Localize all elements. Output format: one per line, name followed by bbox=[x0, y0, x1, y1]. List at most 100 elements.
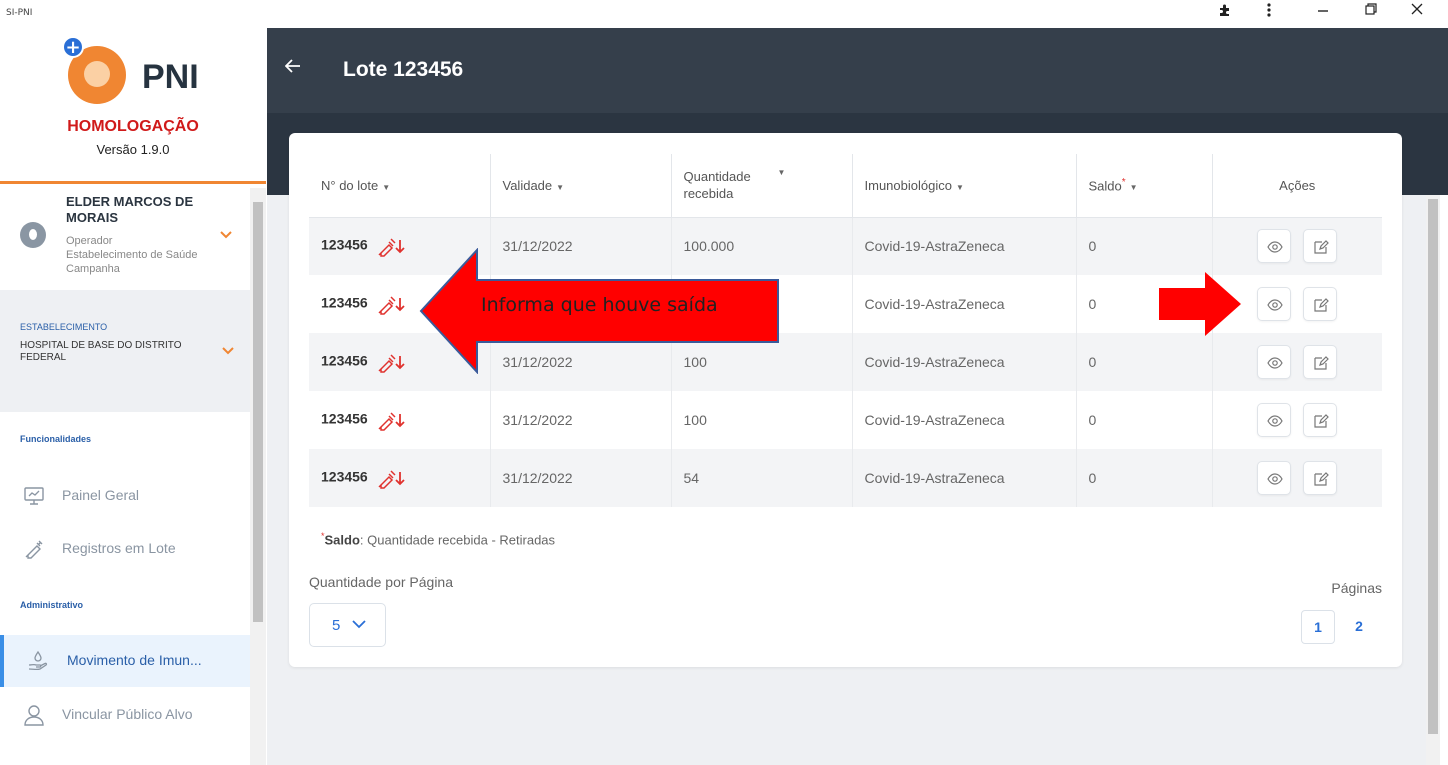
chevron-down-icon bbox=[352, 617, 366, 633]
user-role: Operador Estabelecimento de Saúde Campan… bbox=[66, 234, 226, 276]
edit-button[interactable] bbox=[1303, 229, 1338, 264]
cell-acoes bbox=[1212, 449, 1382, 507]
window-titlebar: SI-PNI bbox=[0, 0, 1448, 28]
sidebar-item-registros-lote[interactable]: Registros em Lote bbox=[0, 523, 250, 575]
sidebar-item-label: Painel Geral bbox=[62, 487, 140, 503]
eye-icon bbox=[1267, 473, 1283, 485]
sidebar-item-vincular-publico[interactable]: Vincular Público Alvo bbox=[0, 689, 250, 741]
cell-quantidade: 54 bbox=[671, 449, 853, 507]
view-button[interactable] bbox=[1257, 403, 1292, 437]
edit-button[interactable] bbox=[1303, 287, 1338, 321]
syringe-out-icon bbox=[376, 234, 406, 258]
edit-icon bbox=[1314, 356, 1330, 370]
per-page-label: Quantidade por Página bbox=[309, 574, 453, 590]
scrollbar-thumb[interactable] bbox=[253, 202, 263, 622]
per-page-select[interactable]: 5 bbox=[309, 603, 386, 647]
environment-label: HOMOLOGAÇÃO bbox=[67, 118, 199, 135]
cell-acoes bbox=[1212, 391, 1382, 449]
avatar bbox=[20, 222, 46, 248]
per-page-value: 5 bbox=[332, 617, 341, 634]
eye-icon bbox=[1267, 357, 1283, 369]
cell-quantidade: 100 bbox=[671, 391, 853, 449]
restore-icon[interactable] bbox=[1360, 3, 1382, 19]
column-header-saldo[interactable]: Saldo* ▼ bbox=[1076, 154, 1213, 218]
view-button[interactable] bbox=[1257, 229, 1292, 264]
column-label: Quantidade recebida bbox=[683, 169, 751, 202]
back-arrow-icon[interactable] bbox=[284, 54, 301, 78]
section-label-administrativo: Administrativo bbox=[20, 600, 84, 610]
main-scrollbar[interactable] bbox=[1426, 195, 1440, 765]
plus-icon: + bbox=[62, 36, 84, 58]
cell-saldo: 0 bbox=[1076, 217, 1213, 275]
edit-icon bbox=[1314, 298, 1330, 312]
callout-text: Informa que houve saída bbox=[481, 294, 718, 316]
logo-text: PNI bbox=[142, 58, 199, 96]
syringe-icon bbox=[22, 537, 46, 561]
cell-imunobiologico: Covid-19-AstraZeneca bbox=[852, 333, 1077, 391]
minimize-icon[interactable] bbox=[1312, 3, 1334, 21]
page-button-2[interactable]: 2 bbox=[1342, 610, 1376, 644]
sort-icon[interactable]: ▼ bbox=[556, 183, 564, 192]
eye-icon bbox=[1267, 299, 1283, 311]
lote-number: 123456 bbox=[321, 352, 368, 369]
user-profile[interactable]: ELDER MARCOS DE MORAIS Operador Estabele… bbox=[0, 184, 250, 290]
establishment-title: ESTABELECIMENTO bbox=[20, 322, 108, 332]
puzzle-icon[interactable] bbox=[1214, 3, 1236, 21]
sort-icon[interactable]: ▼ bbox=[382, 183, 390, 192]
sidebar-item-movimento-imunobiologico[interactable]: Movimento de Imun... bbox=[0, 635, 250, 687]
footnote-text: : Quantidade recebida - Retiradas bbox=[359, 532, 556, 548]
column-header-lote[interactable]: N° do lote ▼ bbox=[309, 154, 491, 218]
column-label: Saldo bbox=[1088, 178, 1122, 194]
page-button-1[interactable]: 1 bbox=[1301, 610, 1335, 644]
establishment-selector[interactable]: ESTABELECIMENTO HOSPITAL DE BASE DO DIST… bbox=[0, 290, 250, 412]
close-icon[interactable] bbox=[1406, 3, 1428, 19]
sort-icon[interactable]: ▼ bbox=[778, 168, 786, 177]
column-header-validade[interactable]: Validade ▼ bbox=[490, 154, 672, 218]
establishment-name: HOSPITAL DE BASE DO DISTRITO FEDERAL bbox=[20, 340, 182, 363]
scrollbar-thumb[interactable] bbox=[1428, 199, 1438, 734]
syringe-out-icon bbox=[376, 350, 406, 374]
chevron-down-icon[interactable] bbox=[222, 344, 234, 359]
column-label: Imunobiológico bbox=[864, 177, 952, 193]
cell-saldo: 0 bbox=[1076, 391, 1213, 449]
syringe-out-icon bbox=[376, 408, 406, 432]
view-button[interactable] bbox=[1257, 287, 1292, 321]
edit-icon bbox=[1314, 240, 1330, 254]
required-mark: * bbox=[1121, 177, 1126, 189]
sidebar-item-painel-geral[interactable]: Painel Geral bbox=[0, 470, 250, 522]
footnote-term: Saldo bbox=[324, 532, 360, 548]
sidebar-item-label: Vincular Público Alvo bbox=[62, 706, 193, 722]
pni-logo: + PNI bbox=[62, 32, 222, 118]
view-button[interactable] bbox=[1257, 461, 1292, 495]
lote-number: 123456 bbox=[321, 294, 368, 311]
chevron-down-icon[interactable] bbox=[220, 228, 232, 243]
eye-icon bbox=[1267, 415, 1283, 427]
page-title: Lote 123456 bbox=[343, 58, 464, 81]
column-header-imunobiologico[interactable]: Imunobiológico ▼ bbox=[852, 154, 1077, 218]
edit-button[interactable] bbox=[1303, 345, 1338, 379]
callout-arrow-left: Informa que houve saída bbox=[419, 247, 781, 375]
view-button[interactable] bbox=[1257, 345, 1292, 379]
column-label: Validade bbox=[502, 177, 553, 193]
edit-icon bbox=[1314, 414, 1330, 428]
edit-icon bbox=[1314, 472, 1330, 486]
syringe-out-icon bbox=[376, 466, 406, 490]
saldo-footnote: *Saldo: Quantidade recebida - Retiradas bbox=[321, 531, 555, 547]
user-icon bbox=[22, 703, 46, 727]
lote-card: N° do lote ▼ Validade ▼ Quantidade recebid… bbox=[289, 133, 1402, 667]
edit-button[interactable] bbox=[1303, 461, 1338, 495]
edit-button[interactable] bbox=[1303, 403, 1338, 437]
cell-imunobiologico: Covid-19-AstraZeneca bbox=[852, 449, 1077, 507]
sort-icon[interactable]: ▼ bbox=[956, 183, 964, 192]
column-header-quantidade[interactable]: Quantidade recebida ▼ bbox=[671, 154, 853, 218]
sidebar-item-label: Movimento de Imun... bbox=[67, 652, 202, 668]
table-row: 123456 31/12/2022 54 Covid-19-AstraZenec… bbox=[309, 449, 1382, 507]
callout-arrow-right bbox=[1159, 272, 1241, 336]
sidebar-scrollbar[interactable] bbox=[250, 188, 266, 765]
cell-lote: 123456 bbox=[309, 391, 491, 449]
hand-drop-icon bbox=[26, 649, 50, 673]
menu-icon[interactable] bbox=[1258, 3, 1280, 21]
column-label: N° do lote bbox=[321, 177, 379, 193]
sort-icon[interactable]: ▼ bbox=[1130, 183, 1138, 192]
user-name: ELDER MARCOS DE MORAIS bbox=[66, 194, 194, 225]
